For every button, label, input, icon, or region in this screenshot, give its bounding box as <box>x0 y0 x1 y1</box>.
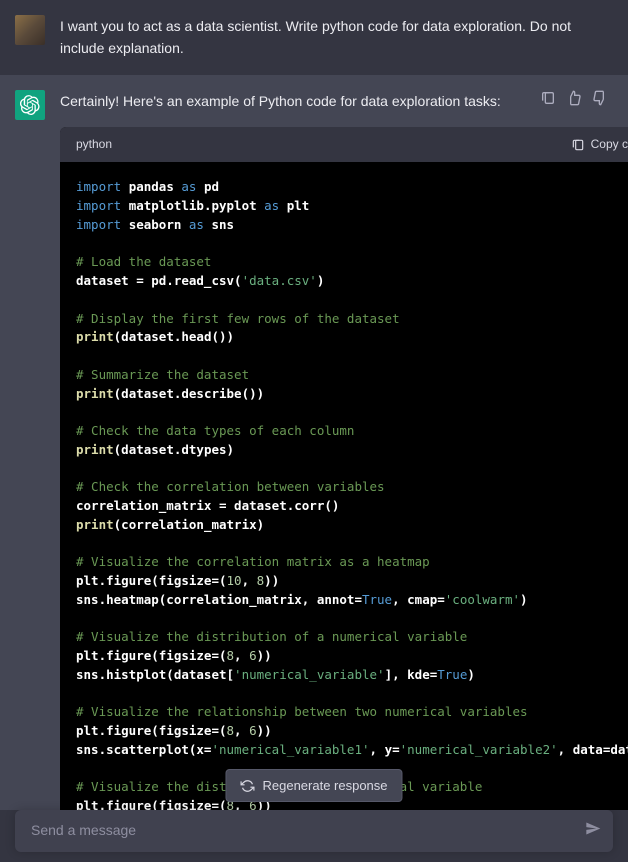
code-body: import pandas as pd import matplotlib.py… <box>60 162 628 810</box>
assistant-message: Certainly! Here's an example of Python c… <box>0 75 628 810</box>
thumbs-down-icon[interactable] <box>592 90 608 106</box>
code-header: python Copy code <box>60 127 628 162</box>
regenerate-button[interactable]: Regenerate response <box>225 769 402 802</box>
clipboard-icon[interactable] <box>540 90 556 106</box>
clipboard-icon <box>571 138 585 152</box>
send-icon <box>585 821 601 837</box>
message-input[interactable] <box>31 822 568 838</box>
conversation-area: I want you to act as a data scientist. W… <box>0 0 628 810</box>
assistant-message-content: Certainly! Here's an example of Python c… <box>60 90 628 810</box>
user-message-text: I want you to act as a data scientist. W… <box>60 15 613 60</box>
assistant-avatar <box>15 90 45 120</box>
refresh-icon <box>240 779 254 793</box>
copy-code-label: Copy code <box>591 135 628 154</box>
user-message: I want you to act as a data scientist. W… <box>0 0 628 75</box>
code-block: python Copy code import pandas as pd imp… <box>60 127 628 810</box>
regenerate-label: Regenerate response <box>262 778 387 793</box>
message-actions <box>540 90 608 106</box>
copy-code-button[interactable]: Copy code <box>571 135 628 154</box>
send-button[interactable] <box>585 821 601 842</box>
regenerate-container: Regenerate response <box>225 769 402 802</box>
message-input-area <box>15 810 613 852</box>
thumbs-up-icon[interactable] <box>566 90 582 106</box>
code-language-label: python <box>76 135 112 154</box>
user-avatar <box>15 15 45 45</box>
